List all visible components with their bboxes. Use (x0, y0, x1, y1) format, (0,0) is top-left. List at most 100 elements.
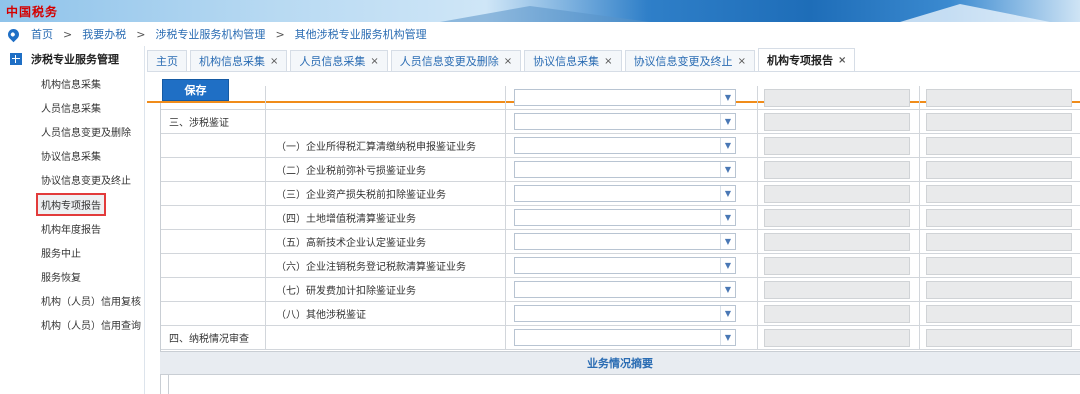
sidebar-item[interactable]: 协议信息变更及终止 (0, 168, 144, 192)
table-row: （六）企业注销税务登记税款清算鉴证业务 ▼ (161, 254, 1080, 278)
breadcrumb-item[interactable]: 我要办税 (82, 26, 126, 42)
chevron-down-icon[interactable]: ▼ (720, 306, 735, 321)
chevron-down-icon[interactable]: ▼ (720, 90, 735, 105)
table-row: （七）研发费加计扣除鉴证业务 ▼ (161, 278, 1080, 302)
select-cell: ▼ (506, 158, 758, 181)
table-row: （二）企业税前弥补亏损鉴证业务 ▼ (161, 158, 1080, 182)
sidebar-item-label: 机构（人员）信用复核 (41, 297, 141, 309)
sidebar-item-label: 服务恢复 (41, 273, 81, 285)
chevron-down-icon[interactable]: ▼ (720, 162, 735, 177)
chevron-down-icon[interactable]: ▼ (720, 258, 735, 273)
sidebar-item-label: 机构（人员）信用查询 (41, 321, 141, 333)
readonly-cell (920, 182, 1080, 205)
close-icon[interactable]: × (270, 56, 278, 67)
close-icon[interactable]: × (604, 56, 612, 67)
readonly-cell (758, 206, 920, 229)
chevron-down-icon[interactable]: ▼ (720, 282, 735, 297)
business-type-select[interactable]: ▼ (514, 281, 736, 298)
row-category (161, 230, 266, 253)
sidebar-item[interactable]: 服务恢复 (0, 265, 144, 289)
header-banner: 中国税务 (0, 0, 1080, 22)
sidebar-item[interactable]: 机构年度报告 (0, 216, 144, 240)
tab-label: 主页 (156, 55, 178, 68)
breadcrumb-item-home[interactable]: 首页 (31, 26, 53, 42)
readonly-field (926, 233, 1072, 251)
select-cell: ▼ (506, 230, 758, 253)
close-icon[interactable]: × (738, 56, 746, 67)
select-cell: ▼ (506, 182, 758, 205)
sidebar-item[interactable]: 协议信息采集 (0, 144, 144, 168)
chevron-down-icon[interactable]: ▼ (720, 234, 735, 249)
sidebar-item[interactable]: 服务中止 (0, 240, 144, 264)
chevron-down-icon[interactable]: ▼ (720, 186, 735, 201)
readonly-cell (758, 278, 920, 301)
chevron-down-icon[interactable]: ▼ (720, 114, 735, 129)
readonly-field (926, 113, 1072, 131)
row-item-label: （三）企业资产损失税前扣除鉴证业务 (266, 182, 506, 205)
table-row: （四）土地增值税清算鉴证业务 ▼ (161, 206, 1080, 230)
readonly-field (926, 305, 1072, 323)
business-type-select[interactable]: ▼ (514, 89, 736, 106)
sidebar-header[interactable]: 涉税专业服务管理 (0, 46, 144, 71)
business-type-select[interactable]: ▼ (514, 185, 736, 202)
close-icon[interactable]: × (370, 56, 378, 67)
banner-decoration (440, 6, 650, 22)
sidebar-item[interactable]: 机构专项报告 (0, 192, 144, 216)
sidebar-item[interactable]: 人员信息变更及删除 (0, 119, 144, 143)
business-type-select[interactable]: ▼ (514, 233, 736, 250)
table-row: （一）企业所得税汇算清缴纳税申报鉴证业务 ▼ (161, 134, 1080, 158)
sidebar-item-label: 机构信息采集 (41, 79, 101, 91)
chevron-down-icon[interactable]: ▼ (720, 210, 735, 225)
tab[interactable]: 协议信息采集 × (524, 50, 622, 71)
breadcrumb-item[interactable]: 涉税专业服务机构管理 (155, 26, 265, 42)
business-type-select[interactable]: ▼ (514, 329, 736, 346)
location-pin-icon (5, 26, 22, 42)
business-type-select[interactable]: ▼ (514, 209, 736, 226)
readonly-field (926, 281, 1072, 299)
tab[interactable]: 人员信息变更及删除 × (390, 50, 522, 71)
readonly-field (926, 137, 1072, 155)
close-icon[interactable]: × (838, 55, 846, 66)
readonly-field (764, 305, 910, 323)
sidebar-item[interactable]: 机构（人员）信用复核 (0, 289, 144, 313)
breadcrumb-item[interactable]: 其他涉税专业服务机构管理 (295, 26, 427, 42)
business-type-select[interactable]: ▼ (514, 161, 736, 178)
tab-label: 机构专项报告 (766, 54, 833, 67)
tab[interactable]: 人员信息采集 × (290, 50, 388, 71)
sidebar-item-label: 协议信息变更及终止 (41, 176, 131, 188)
tab[interactable]: 协议信息变更及终止 × (624, 50, 755, 71)
select-cell: ▼ (506, 326, 758, 349)
sidebar-item[interactable]: 机构信息采集 (0, 71, 144, 95)
row-category (161, 158, 266, 181)
readonly-field (926, 209, 1072, 227)
row-category: 四、纳税情况审查 (161, 326, 266, 349)
row-category (161, 134, 266, 157)
breadcrumb-separator: > (136, 27, 146, 41)
row-category (161, 206, 266, 229)
sidebar-item[interactable]: 人员信息采集 (0, 95, 144, 119)
row-category (161, 182, 266, 205)
business-type-select[interactable]: ▼ (514, 257, 736, 274)
business-summary-area[interactable] (168, 375, 1080, 394)
sidebar-item-label: 机构年度报告 (41, 224, 101, 236)
readonly-cell (920, 302, 1080, 325)
business-type-select[interactable]: ▼ (514, 305, 736, 322)
row-item-label (266, 110, 506, 133)
row-category (161, 302, 266, 325)
tab[interactable]: 机构信息采集 × (190, 50, 288, 71)
tab-label: 协议信息变更及终止 (633, 55, 733, 68)
business-type-select[interactable]: ▼ (514, 137, 736, 154)
select-cell: ▼ (506, 302, 758, 325)
chevron-down-icon[interactable]: ▼ (720, 138, 735, 153)
business-type-select[interactable]: ▼ (514, 113, 736, 130)
row-category (161, 86, 266, 109)
row-item-label (266, 326, 506, 349)
chevron-down-icon[interactable]: ▼ (720, 330, 735, 345)
sidebar-item[interactable]: 机构（人员）信用查询 (0, 313, 144, 337)
tab[interactable]: 主页 (147, 50, 187, 71)
grid-icon (10, 52, 22, 65)
close-icon[interactable]: × (504, 56, 512, 67)
tab[interactable]: 机构专项报告 × (757, 48, 856, 71)
readonly-cell (920, 206, 1080, 229)
table-row: （八）其他涉税鉴证 ▼ (161, 302, 1080, 326)
